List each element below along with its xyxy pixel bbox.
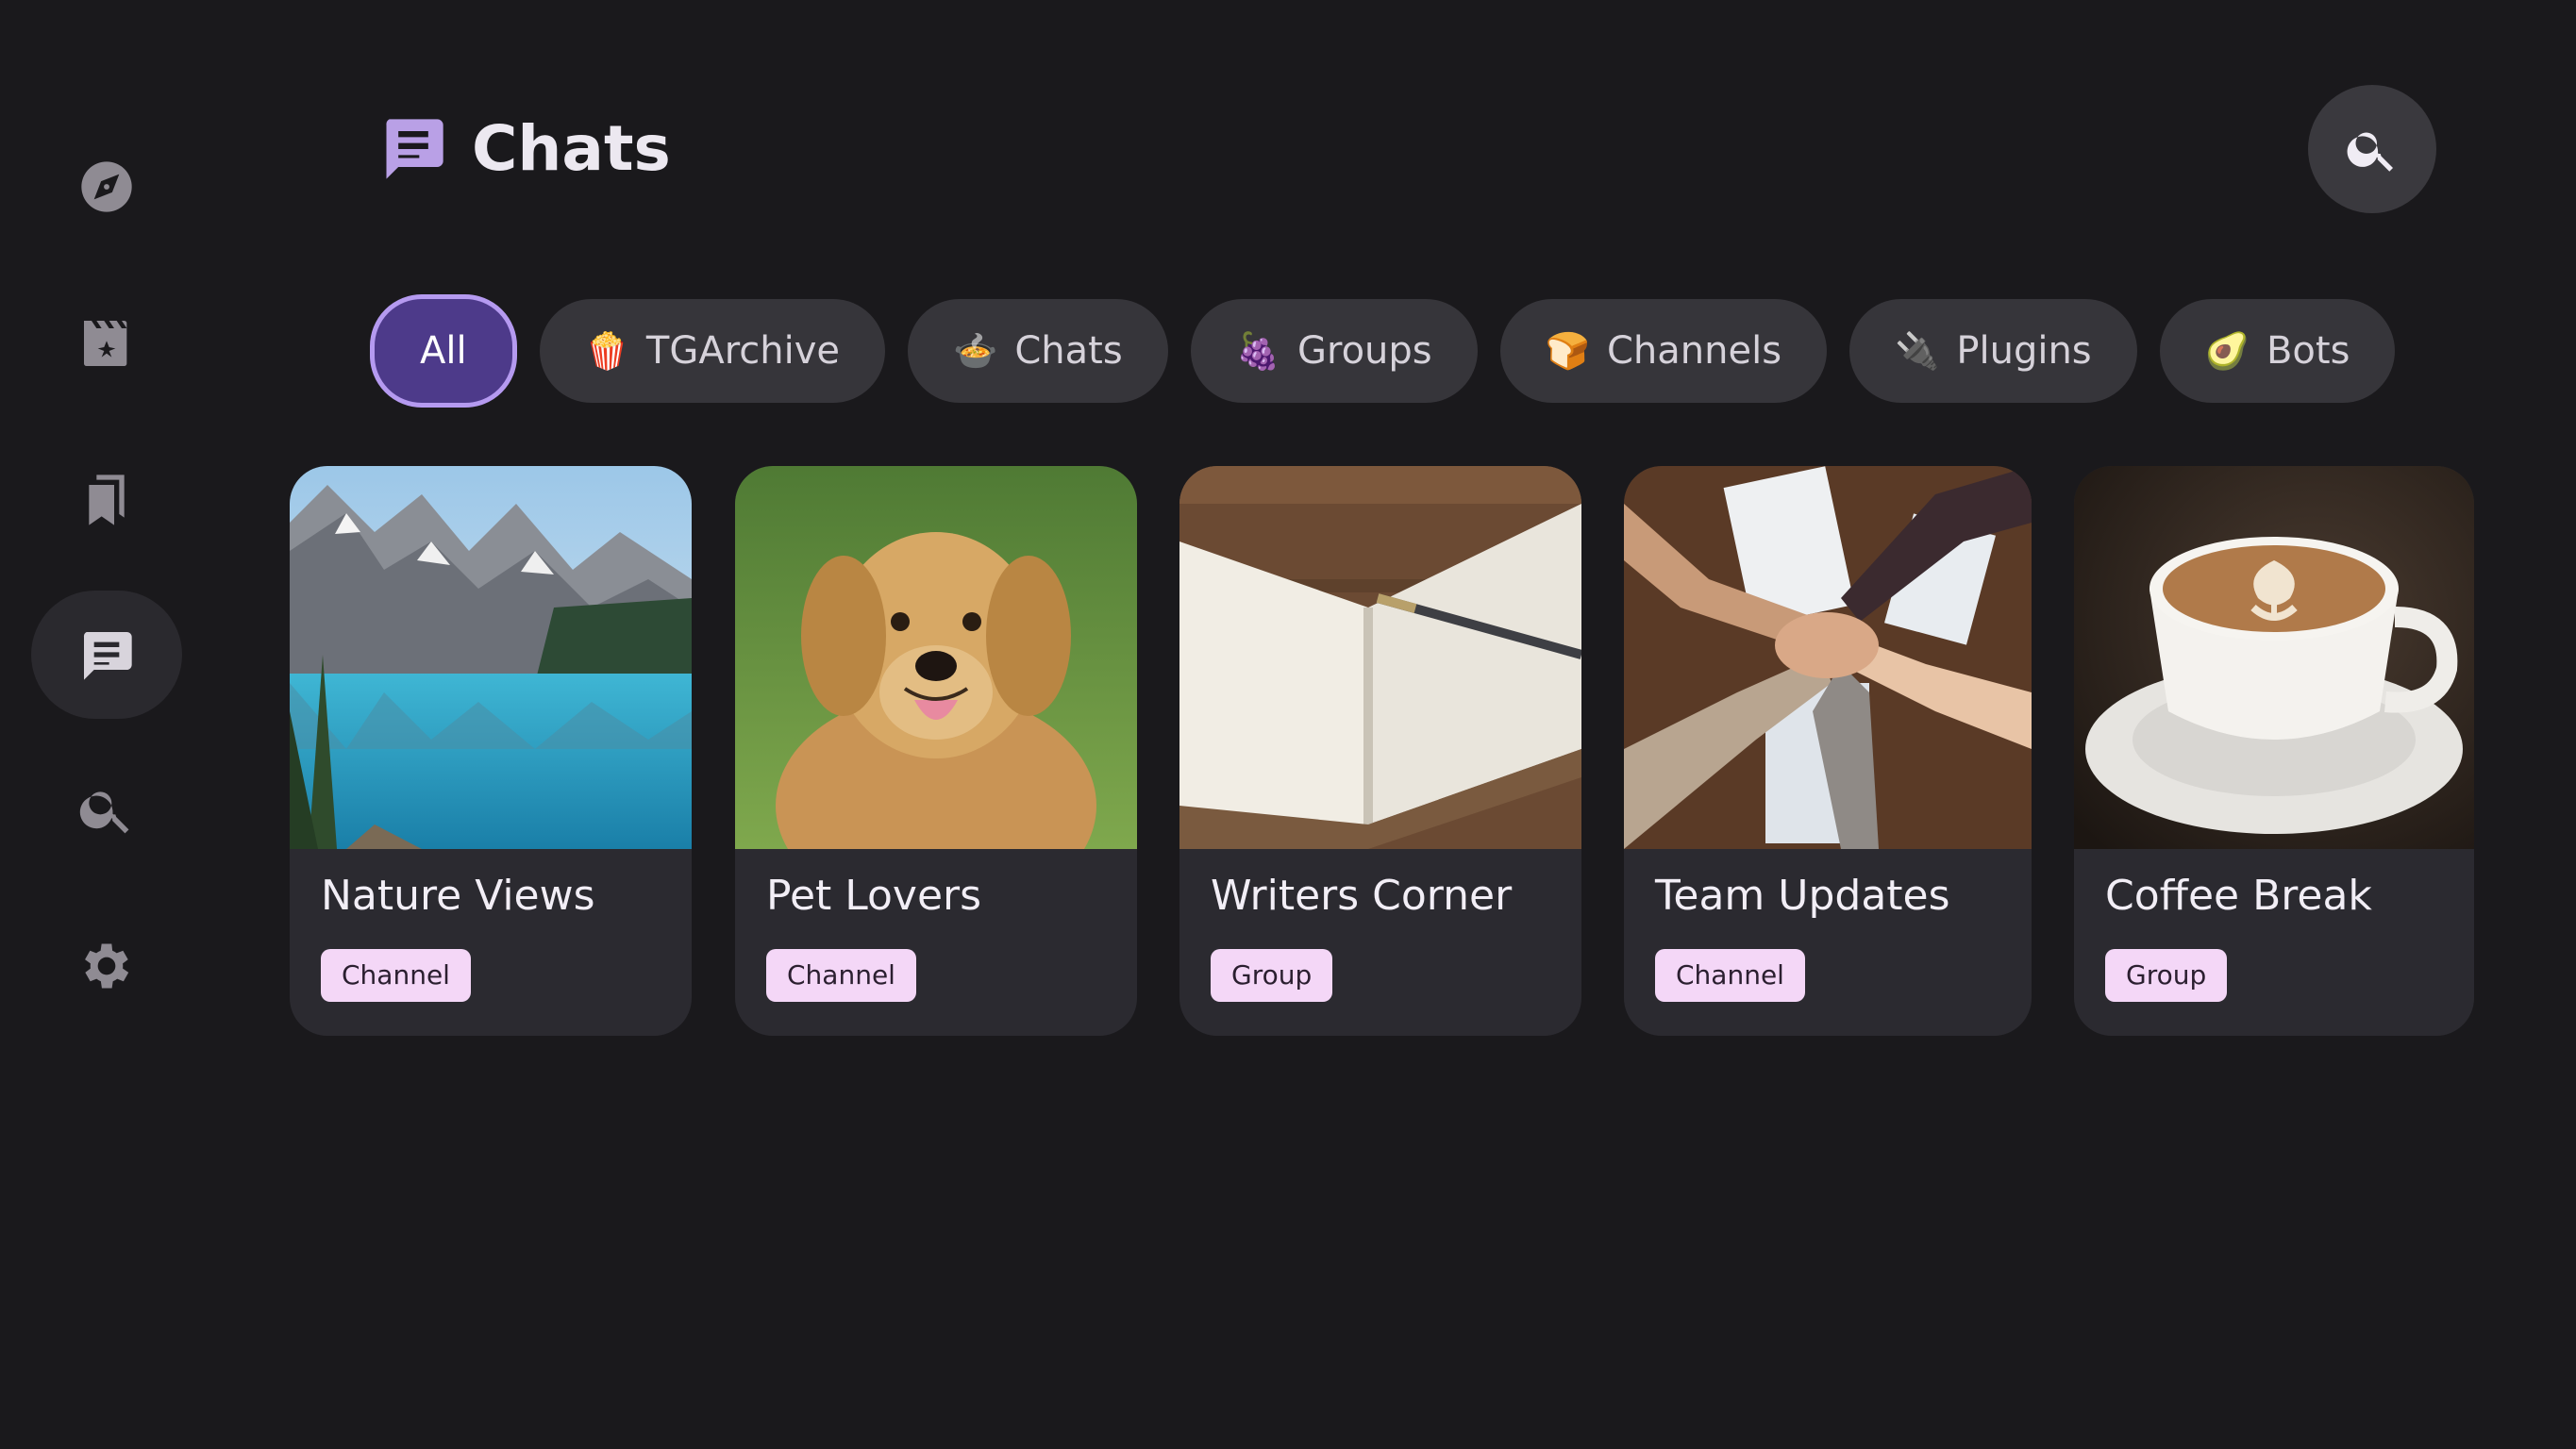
card-writers-corner[interactable]: Writers Corner Group [1179, 466, 1581, 1036]
card-title: Writers Corner [1211, 872, 1513, 920]
gear-icon [85, 943, 129, 989]
card-type-badge: Channel [321, 949, 471, 1002]
filter-chips: All 🍿 TGArchive 🍲 Chats 🍇 Groups 🍞 Chann… [370, 294, 2396, 408]
sidebar-item-explore[interactable] [31, 123, 182, 251]
chip-label: Chats [1014, 329, 1123, 373]
card-type-badge: Group [2105, 949, 2228, 1002]
notebook-pen-photo [1179, 466, 1581, 849]
chip-label: Plugins [1956, 329, 2092, 373]
card-pet-lovers[interactable]: Pet Lovers Channel [735, 466, 1137, 1036]
chip-label: Channels [1606, 329, 1782, 373]
golden-retriever-photo [735, 466, 1137, 849]
bookmark-icon [89, 475, 125, 525]
chip-label: Bots [2266, 329, 2350, 373]
card-nature-views[interactable]: Nature Views Channel [290, 466, 692, 1036]
coffee-cup-photo [2074, 466, 2474, 849]
header-chat-icon [377, 113, 449, 185]
search-icon [2347, 132, 2393, 172]
search-icon [79, 791, 129, 834]
chip-bots[interactable]: 🥑 Bots [2159, 299, 2396, 403]
card-type-badge: Channel [766, 949, 916, 1002]
card-coffee-break[interactable]: Coffee Break Group [2074, 466, 2474, 1036]
mountain-lake-photo [290, 466, 692, 849]
chip-plugins[interactable]: 🔌 Plugins [1849, 299, 2137, 403]
chip-channels[interactable]: 🍞 Channels [1499, 299, 1828, 403]
clapperboard-icon [84, 321, 127, 366]
avocado-icon: 🥑 [2204, 329, 2250, 372]
card-title: Pet Lovers [766, 872, 982, 920]
chip-label: TGArchive [645, 329, 841, 373]
card-type-badge: Group [1211, 949, 1333, 1002]
bread-icon: 🍞 [1545, 329, 1590, 372]
search-button[interactable] [2308, 85, 2436, 213]
sidebar-item-search[interactable] [31, 745, 182, 874]
card-title: Coffee Break [2105, 872, 2372, 920]
sidebar-item-media[interactable] [31, 279, 182, 408]
card-team-updates[interactable]: Team Updates Channel [1624, 466, 2032, 1036]
card-title: Nature Views [321, 872, 595, 920]
page-title: Chats [472, 112, 671, 185]
chip-label: All [420, 329, 467, 373]
popcorn-icon: 🍿 [584, 329, 629, 372]
sidebar-item-chats[interactable] [31, 591, 182, 719]
compass-icon [81, 161, 132, 212]
chip-groups[interactable]: 🍇 Groups [1190, 299, 1478, 403]
team-hands-photo [1624, 466, 2032, 849]
plug-icon: 🔌 [1895, 329, 1940, 372]
sidebar-item-saved[interactable] [31, 436, 182, 564]
chat-icon [386, 119, 443, 179]
chip-all[interactable]: All [370, 294, 517, 408]
bowl-icon: 🍲 [953, 329, 998, 372]
chip-chats[interactable]: 🍲 Chats [908, 299, 1168, 403]
sidebar-item-settings[interactable] [31, 902, 182, 1030]
chat-icon [83, 632, 132, 680]
card-type-badge: Channel [1655, 949, 1805, 1002]
chip-label: Groups [1297, 329, 1432, 373]
grapes-icon: 🍇 [1235, 329, 1281, 372]
card-title: Team Updates [1655, 872, 1950, 920]
sidebar [0, 0, 217, 1449]
chip-tgarchive[interactable]: 🍿 TGArchive [539, 299, 886, 403]
